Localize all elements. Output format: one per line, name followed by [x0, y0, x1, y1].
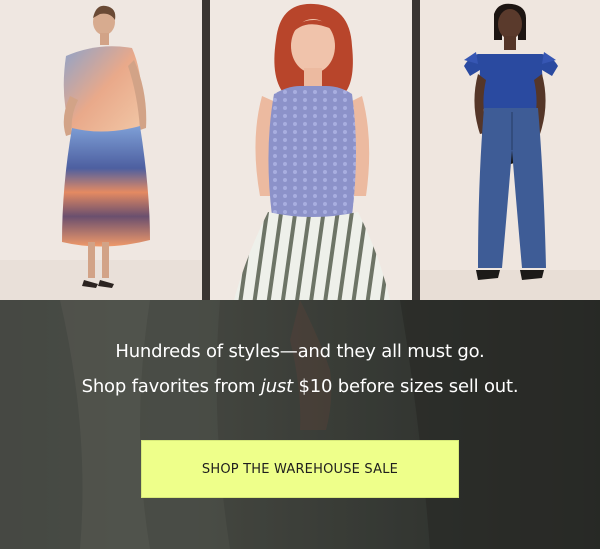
email-container: Hundreds of styles—and they all must go.… — [0, 0, 600, 549]
promo-background-photo — [0, 300, 600, 549]
promo-section: Hundreds of styles—and they all must go.… — [0, 300, 600, 549]
photo-model-lavender-top[interactable] — [210, 0, 412, 300]
headline-text-1: Hundreds of styles—and they all must go. — [115, 341, 485, 362]
cta-label: SHOP THE WAREHOUSE SALE — [201, 461, 399, 477]
hero-photo-strip[interactable] — [0, 0, 600, 300]
model-photo-3 — [420, 0, 600, 300]
photo-model-sunset-dress[interactable] — [0, 0, 202, 300]
promo-headline-line-1: Hundreds of styles—and they all must go. — [0, 341, 600, 362]
headline-text-2-post: $10 before sizes sell out. — [292, 376, 519, 397]
promo-headline-line-2: Shop favorites from just $10 before size… — [0, 376, 600, 397]
headline-text-2-emphasis: just — [260, 376, 293, 397]
model-photo-1 — [0, 0, 202, 300]
headline-text-2-pre: Shop favorites from — [81, 376, 261, 397]
model-photo-2 — [210, 0, 412, 300]
photo-model-navy-denim[interactable] — [420, 0, 600, 300]
shop-warehouse-sale-button[interactable]: SHOP THE WAREHOUSE SALE — [141, 440, 459, 498]
